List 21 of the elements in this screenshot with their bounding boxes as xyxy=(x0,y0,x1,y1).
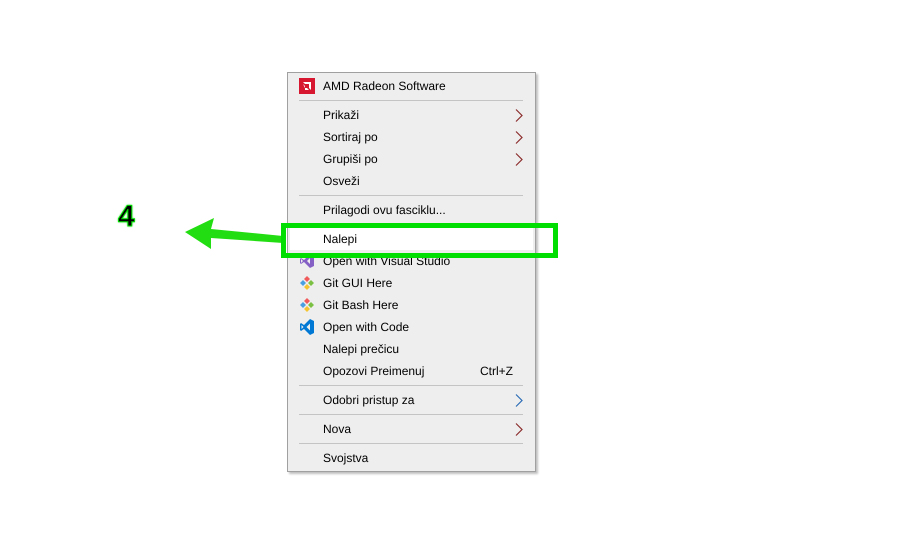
menu-item[interactable]: Prikaži xyxy=(290,104,533,126)
git-icon xyxy=(299,275,315,291)
menu-item[interactable]: Prilagodi ovu fasciklu... xyxy=(290,199,533,221)
menu-item[interactable]: Git GUI Here xyxy=(290,272,533,294)
menu-item[interactable]: Git Bash Here xyxy=(290,294,533,316)
menu-item[interactable]: Sortiraj po xyxy=(290,126,533,148)
menu-item[interactable]: Osveži xyxy=(290,170,533,192)
git-icon xyxy=(299,297,315,313)
vs-code-icon xyxy=(299,319,315,335)
menu-item[interactable]: Nalepi prečicu xyxy=(290,338,533,360)
menu-item[interactable]: Open with Code xyxy=(290,316,533,338)
menu-item[interactable]: Svojstva xyxy=(290,447,533,469)
menu-item[interactable]: Opozovi Preimenuj Ctrl+Z xyxy=(290,360,533,382)
menu-item[interactable]: AMD Radeon Software xyxy=(290,75,533,97)
menu-item[interactable]: Grupiši po xyxy=(290,148,533,170)
step-number: 4 xyxy=(118,202,135,232)
shortcut-text: Ctrl+Z xyxy=(480,363,513,380)
menu-item[interactable]: Odobri pristup za xyxy=(290,389,533,411)
menu-item[interactable]: Nova xyxy=(290,418,533,440)
amd-icon xyxy=(299,78,315,94)
menu-item[interactable]: Nalepi xyxy=(290,228,533,250)
